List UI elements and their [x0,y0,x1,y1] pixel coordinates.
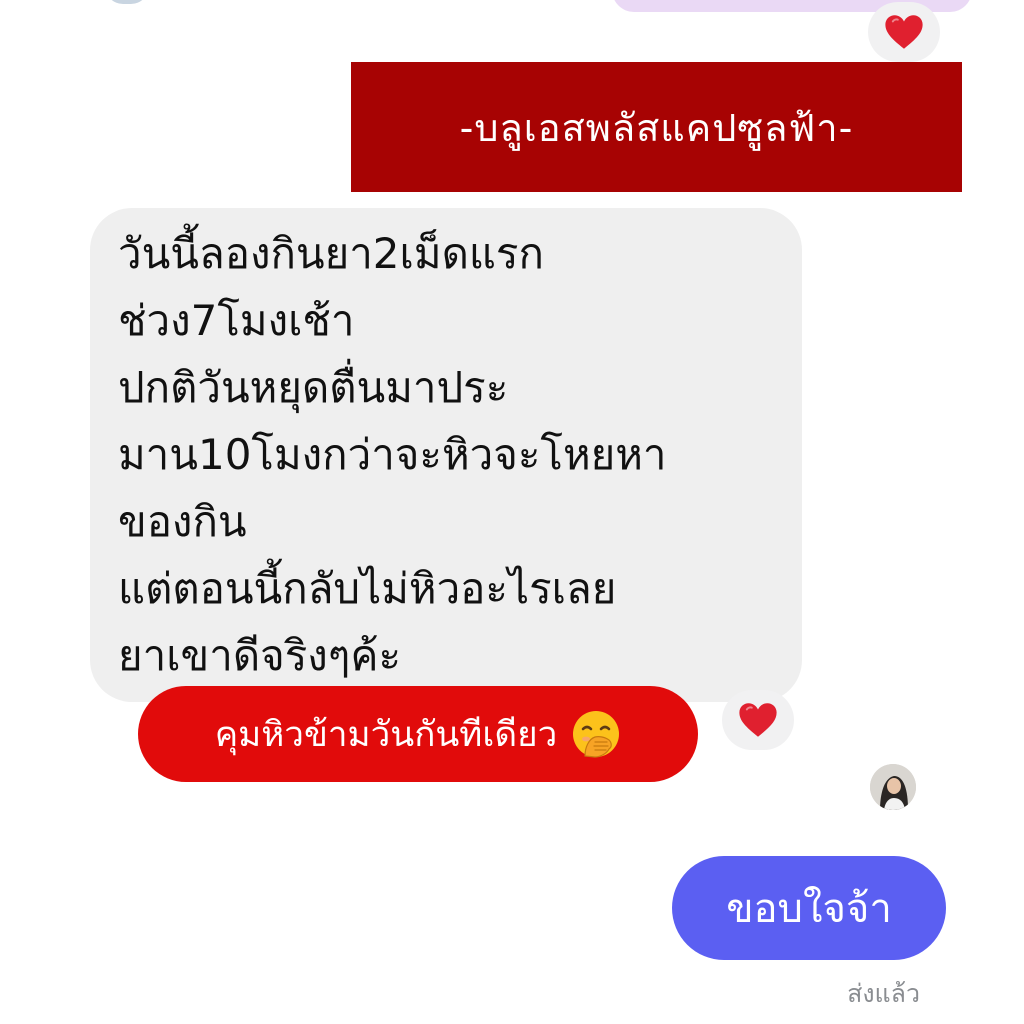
message-line: วันนี้ลองกินยา2เม็ดแรก [118,229,544,278]
received-message-bubble[interactable]: วันนี้ลองกินยา2เม็ดแรก ช่วง7โมงเช้า ปกติ… [90,208,802,702]
product-banner: -บลูเอสพลัสแคปซูลฟ้า- [351,62,962,192]
previous-avatar-edge [105,0,149,4]
sent-message-text: ขอบใจจ้า [726,886,892,932]
reaction-chip-top[interactable] [868,2,940,62]
message-line: มาน10โมงกว่าจะหิวจะโหยหา [118,430,667,479]
face-with-hand-over-mouth-icon [573,711,620,758]
message-line: ของกิน [118,497,247,546]
caption-pill: คุมหิวข้ามวันกันทีเดียว [138,686,698,782]
read-receipt-avatar[interactable] [870,764,916,810]
caption-text: คุมหิวข้ามวันกันทีเดียว [214,714,558,755]
avatar-image [870,764,916,810]
sent-message-bubble[interactable]: ขอบใจจ้า [672,856,946,960]
banner-text: -บลูเอสพลัสแคปซูลฟ้า- [459,105,854,150]
message-line: แต่ตอนนี้กลับไม่หิวอะไรเลย [118,564,617,613]
message-line: ช่วง7โมงเช้า [118,296,355,345]
message-status: ส่งแล้ว [847,979,920,1008]
heart-icon [739,703,777,737]
heart-icon [885,15,923,49]
message-line: ปกติวันหยุดตื่นมาประ [118,363,509,412]
message-line: ยาเขาดีจริงๆค้ะ [118,631,402,680]
reaction-chip-received-message[interactable] [722,690,794,750]
